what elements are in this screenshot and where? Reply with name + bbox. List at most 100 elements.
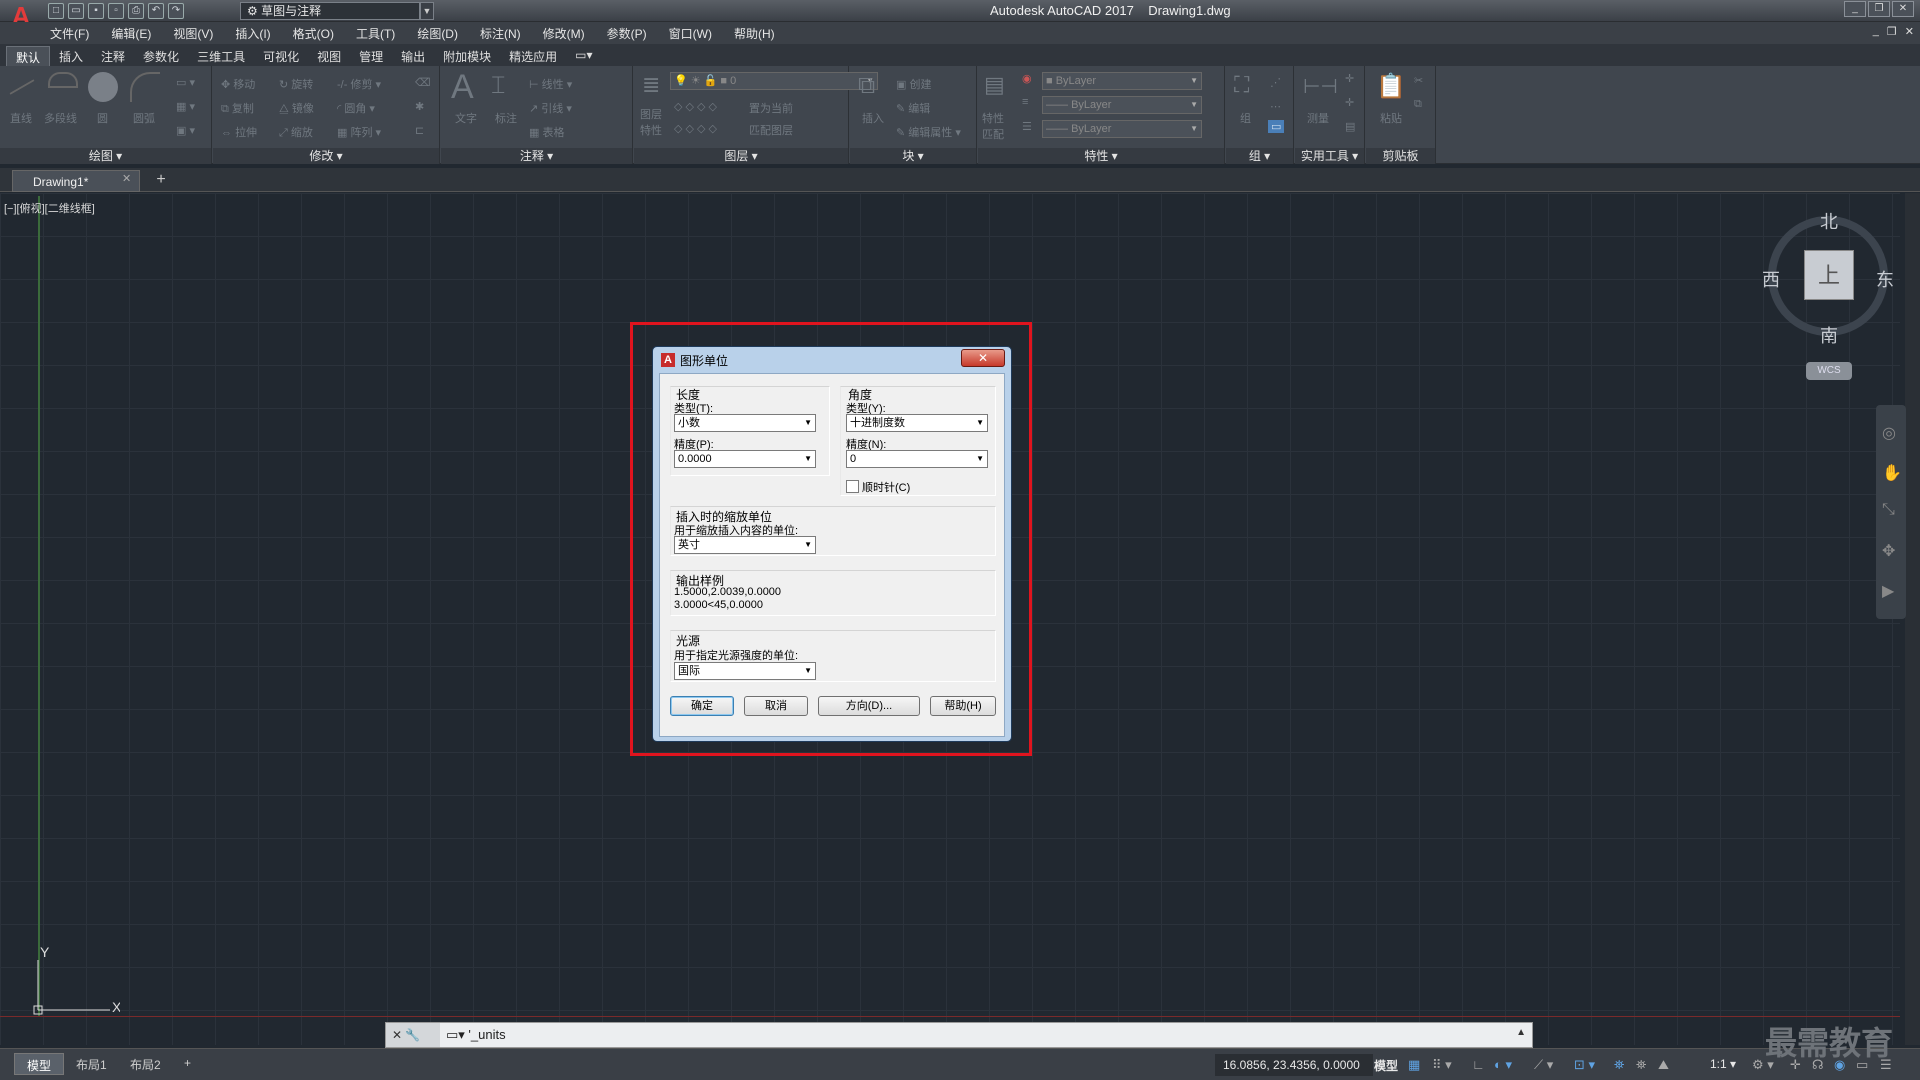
compass-east[interactable]: 东 (1876, 266, 1894, 292)
tab-featured-apps[interactable]: 精选应用 (500, 46, 566, 66)
ungroup-icon[interactable]: ⋰ (1270, 76, 1281, 89)
insert-label[interactable]: 插入 (862, 110, 884, 126)
calculator-icon[interactable]: ▤ (1345, 120, 1355, 133)
array-tool[interactable]: ▦ 阵列 ▾ (337, 124, 381, 140)
group-icon[interactable]: ⛶ (1234, 72, 1249, 98)
line-label[interactable]: 直线 (10, 110, 32, 126)
lineweight-select[interactable]: —— ByLayer ▼ (1042, 120, 1202, 138)
lineweight-icon[interactable]: ☰ (1022, 120, 1032, 133)
dimension-icon[interactable]: ⌶ (491, 72, 505, 100)
hatch-icon[interactable]: ▦ ▾ (176, 100, 195, 113)
save-as-icon[interactable]: ▫ (108, 3, 124, 19)
orbit-icon[interactable]: ✥ (1882, 541, 1895, 561)
edit-attributes-tool[interactable]: ✎ 编辑属性 ▾ (896, 124, 961, 140)
text-icon[interactable]: A (451, 68, 474, 107)
group-select-icon[interactable]: ▭ (1268, 120, 1285, 133)
measure-icon[interactable]: ⊢⊣ (1303, 74, 1338, 99)
minimize-icon[interactable]: _ (1844, 1, 1866, 17)
circle-label[interactable]: 圆 (97, 110, 108, 126)
polar-icon[interactable]: ◐ ▾ (1494, 1057, 1512, 1073)
zoom-extents-icon[interactable]: ⤡ (1882, 501, 1895, 519)
scale-tool[interactable]: ⤢ 缩放 (279, 124, 313, 140)
vertical-scrollbar[interactable] (1905, 193, 1920, 1045)
tab-output[interactable]: 输出 (392, 46, 434, 66)
tab-annotate[interactable]: 注释 (92, 46, 134, 66)
menu-view[interactable]: 视图(V) (173, 25, 213, 42)
doc-minimize-icon[interactable]: _ (1873, 25, 1879, 38)
object-snap-icon[interactable]: ⊡ ▾ (1574, 1057, 1595, 1073)
rotate-tool[interactable]: ↻ 旋转 (279, 76, 313, 92)
length-precision-select[interactable]: 0.0000 ▼ (674, 450, 816, 468)
workspace-select[interactable]: ⚙ 草图与注释 (240, 2, 420, 20)
match-properties-label[interactable]: 特性匹配 (982, 110, 1010, 142)
linetype-icon[interactable]: ≡ (1022, 96, 1028, 108)
add-layout-button[interactable]: + (172, 1053, 203, 1075)
layer-tools-row1[interactable]: ◇ ◇ ◇ ◇ (674, 100, 717, 113)
showmotion-icon[interactable]: ▶ (1882, 581, 1894, 601)
polyline-label[interactable]: 多段线 (44, 110, 77, 126)
dialog-close-button[interactable]: ✕ (961, 349, 1005, 367)
copy-tool[interactable]: ⧉ 复制 (221, 100, 254, 116)
close-icon[interactable]: ✕ (1892, 1, 1914, 17)
length-type-select[interactable]: 小数 ▼ (674, 414, 816, 432)
stretch-tool[interactable]: ⇔ 拉伸 (221, 124, 257, 140)
fillet-tool[interactable]: ◜ 圆角 ▾ (337, 100, 375, 116)
annotation-visibility-icon[interactable]: ⛯ (1614, 1057, 1624, 1073)
trim-tool[interactable]: -/- 修剪 ▾ (337, 76, 381, 92)
layer-properties-icon[interactable]: ≣ (642, 72, 660, 98)
edit-block-tool[interactable]: ✎ 编辑 (896, 100, 930, 116)
menu-draw[interactable]: 绘图(D) (417, 25, 458, 42)
offset-icon[interactable]: ⊏ (415, 124, 424, 137)
grid-icon[interactable]: ▦ (1408, 1057, 1420, 1073)
leader-tool[interactable]: ↗ 引线 ▾ (529, 100, 572, 116)
insert-scale-select[interactable]: 英寸 ▼ (674, 536, 816, 554)
angle-type-select[interactable]: 十进制度数 ▼ (846, 414, 988, 432)
viewcube-face-top[interactable]: 上 (1804, 250, 1854, 300)
command-text[interactable]: ▭▾ '_units (446, 1027, 506, 1043)
layer-select[interactable]: 💡 ☀ 🔓 ■ 0 ▼ (670, 72, 878, 90)
restore-icon[interactable]: ❐ (1868, 1, 1890, 17)
command-close-icon[interactable]: ✕ (392, 1028, 402, 1042)
dialog-title-bar[interactable]: A 图形单位 (661, 349, 728, 371)
tab-manage[interactable]: 管理 (350, 46, 392, 66)
qat-dropdown-icon[interactable]: ▼ (420, 2, 434, 20)
auto-scale-icon[interactable]: ⛯ (1636, 1057, 1646, 1073)
menu-insert[interactable]: 插入(I) (235, 25, 270, 42)
tab-layout1[interactable]: 布局1 (64, 1053, 119, 1075)
arc-label[interactable]: 圆弧 (133, 110, 155, 126)
panel-properties-label[interactable]: 特性 ▾ (978, 148, 1224, 164)
explode-icon[interactable]: ✱ (415, 100, 424, 113)
menu-dimension[interactable]: 标注(N) (480, 25, 521, 42)
color-select[interactable]: ■ ByLayer ▼ (1042, 72, 1202, 90)
tab-parametric[interactable]: 参数化 (134, 46, 188, 66)
circle-icon[interactable] (88, 72, 118, 102)
ortho-icon[interactable]: ∟ (1472, 1057, 1485, 1072)
panel-block-label[interactable]: 块 ▾ (850, 148, 976, 164)
rectangle-icon[interactable]: ▭ ▾ (176, 76, 195, 89)
tab-3d-tools[interactable]: 三维工具 (188, 46, 254, 66)
id-point-icon[interactable]: ✛ (1345, 96, 1354, 109)
help-button[interactable]: 帮助(H) (930, 696, 996, 716)
wcs-menu[interactable]: WCS (1806, 362, 1852, 380)
point-icon[interactable]: ✛ (1345, 72, 1354, 85)
group-edit-icon[interactable]: ⋯ (1270, 100, 1281, 113)
create-block-tool[interactable]: ▣ 创建 (896, 76, 931, 92)
dimension-label[interactable]: 标注 (495, 110, 517, 126)
color-icon[interactable]: ◉ (1022, 72, 1032, 85)
text-label[interactable]: 文字 (455, 110, 477, 126)
menu-modify[interactable]: 修改(M) (543, 25, 585, 42)
tab-view[interactable]: 视图 (308, 46, 350, 66)
menu-edit[interactable]: 编辑(E) (111, 25, 151, 42)
tab-layout2[interactable]: 布局2 (118, 1053, 173, 1075)
panel-annotation-label[interactable]: 注释 ▾ (441, 148, 632, 164)
panel-modify-label[interactable]: 修改 ▾ (213, 148, 439, 164)
doc-close-icon[interactable]: ✕ (1905, 25, 1914, 38)
table-tool[interactable]: ▦ 表格 (529, 124, 564, 140)
command-customize-icon[interactable]: 🔧 (405, 1028, 420, 1042)
undo-icon[interactable]: ↶ (148, 3, 164, 19)
steering-wheel-icon[interactable]: ◎ (1882, 423, 1896, 443)
model-space-button[interactable]: 模型 (1374, 1057, 1398, 1074)
menu-window[interactable]: 窗口(W) (669, 25, 712, 42)
ok-button[interactable]: 确定 (670, 696, 734, 716)
annotation-scale-icon[interactable]: ⛰ (1658, 1057, 1669, 1073)
